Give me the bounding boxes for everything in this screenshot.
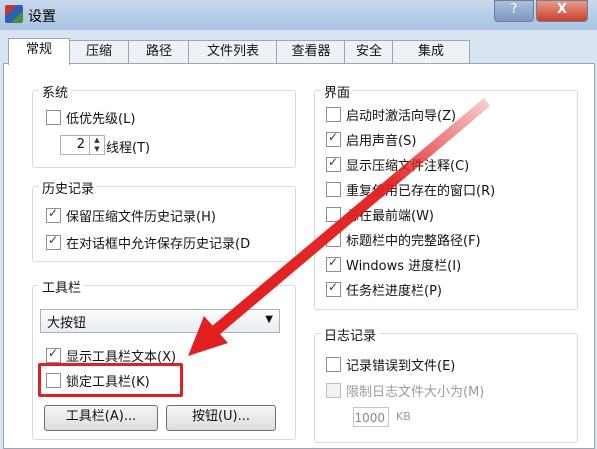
red-arrow-icon <box>188 98 490 356</box>
tab-general[interactable]: 常规 <box>8 38 70 65</box>
arrow-shaft <box>205 98 490 340</box>
